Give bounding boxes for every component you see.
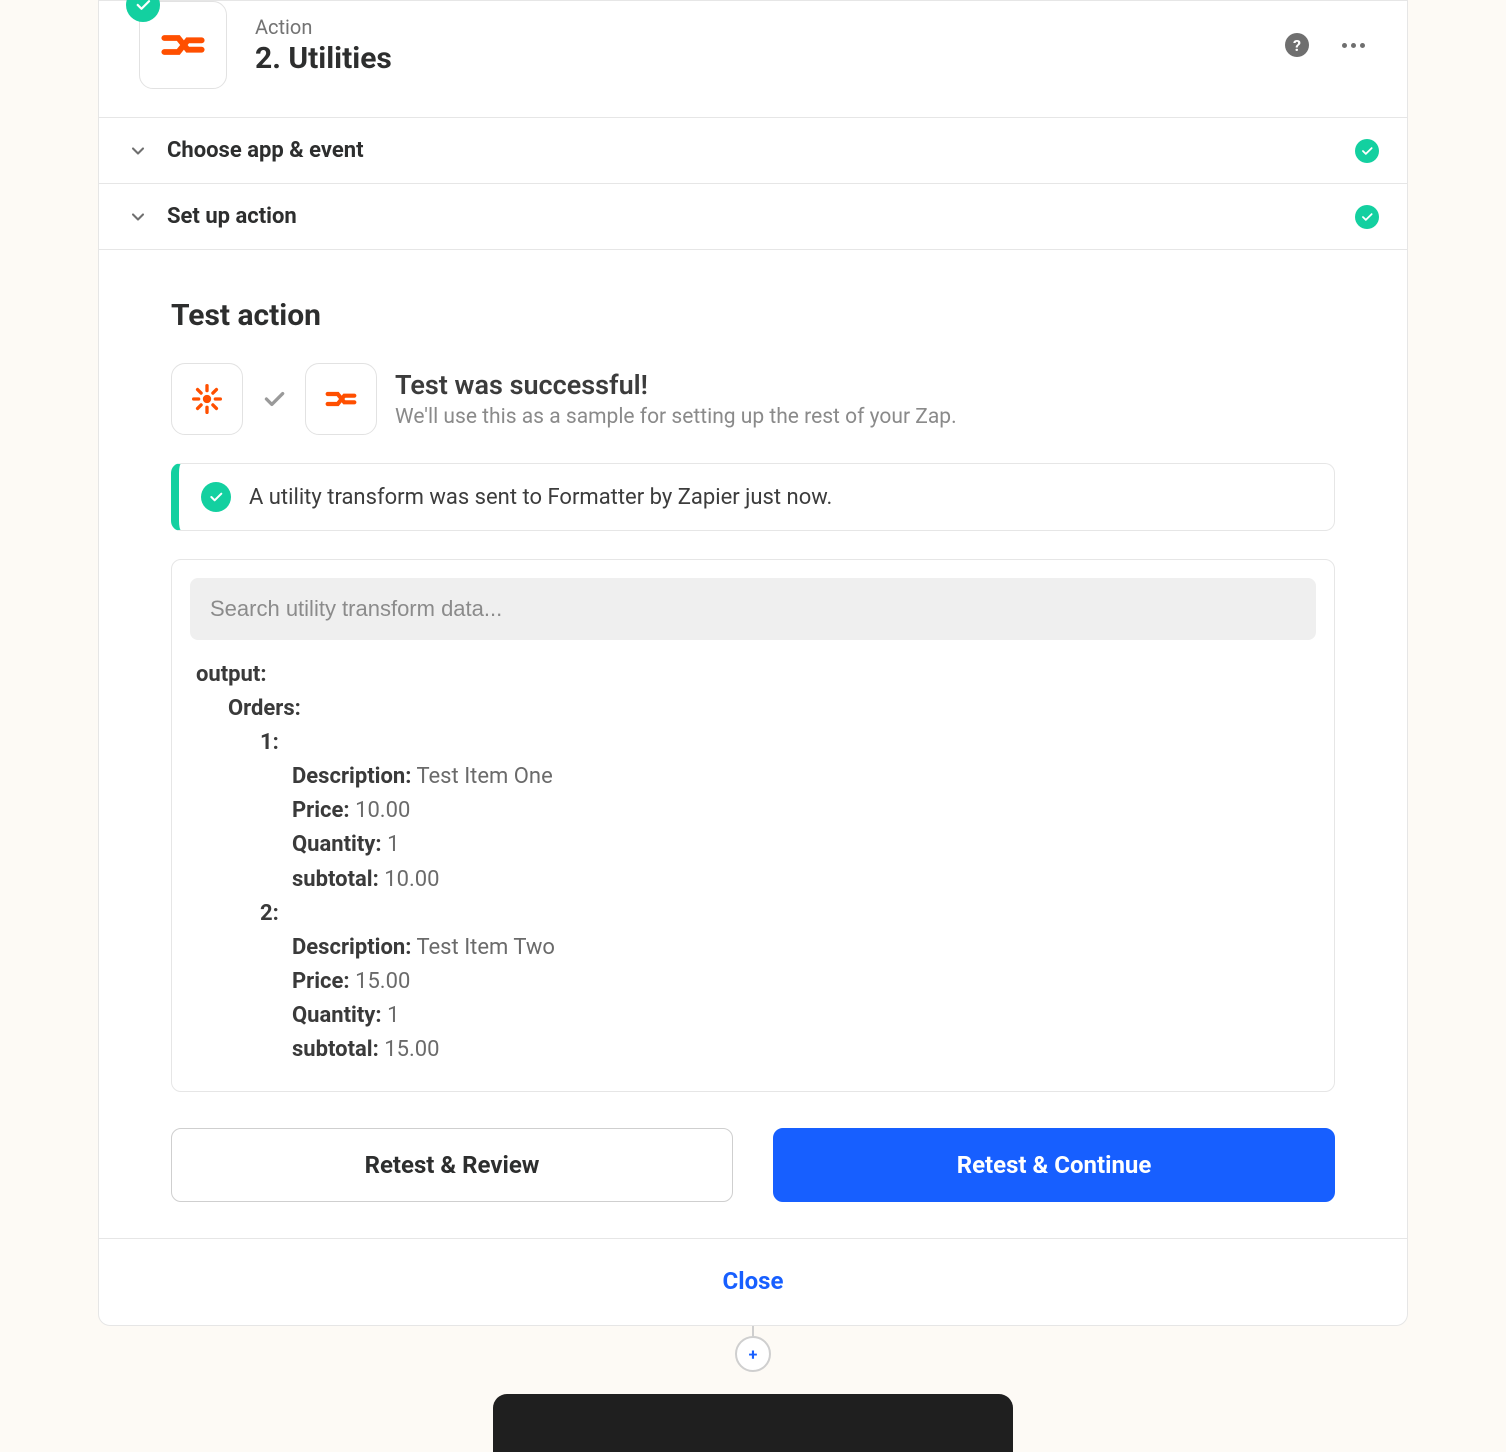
action-panel: Action 2. Utilities ? Choose app & event…	[98, 0, 1408, 1326]
chevron-down-icon	[127, 206, 149, 228]
tree-key: 1:	[260, 730, 279, 755]
chevron-down-icon	[127, 140, 149, 162]
formatter-icon	[155, 17, 211, 73]
section-complete-icon	[1355, 139, 1379, 163]
tree-key: Price:	[292, 969, 350, 994]
check-icon	[134, 0, 152, 14]
test-result-row: Test was successful! We'll use this as a…	[171, 363, 1335, 435]
close-button[interactable]: Close	[723, 1267, 784, 1295]
section-set-up-action[interactable]: Set up action	[99, 183, 1407, 249]
tree-key: subtotal:	[292, 867, 379, 892]
more-menu-icon[interactable]	[1339, 31, 1367, 59]
bottom-toolbar[interactable]	[493, 1394, 1013, 1452]
formatter-icon	[305, 363, 377, 435]
tree-key: Quantity:	[292, 832, 382, 857]
retest-review-button[interactable]: Retest & Review	[171, 1128, 733, 1202]
output-tree: output: Orders: 1: Description: Test Ite…	[190, 640, 1316, 1067]
tree-key: subtotal:	[292, 1037, 379, 1062]
header-title: 2. Utilities	[255, 41, 1285, 76]
search-input[interactable]	[190, 578, 1316, 640]
tree-value: 15.00	[355, 969, 410, 994]
test-result-text: Test was successful! We'll use this as a…	[395, 369, 957, 429]
tree-value: 10.00	[355, 798, 410, 823]
tree-value: Test Item One	[416, 764, 552, 789]
section-label: Set up action	[167, 204, 1355, 229]
retest-continue-button[interactable]: Retest & Continue	[773, 1128, 1335, 1202]
tree-key: output:	[196, 662, 267, 687]
tree-key: Price:	[292, 798, 350, 823]
panel-footer: Close	[99, 1238, 1407, 1325]
app-icon	[139, 1, 227, 89]
button-row: Retest & Review Retest & Continue	[171, 1128, 1335, 1202]
tree-key: Description:	[292, 764, 411, 789]
banner-text: A utility transform was sent to Formatte…	[249, 485, 832, 510]
section-complete-icon	[1355, 205, 1379, 229]
test-success-subtitle: We'll use this as a sample for setting u…	[395, 405, 957, 429]
tree-key: 2:	[260, 901, 279, 926]
tree-value: 15.00	[384, 1037, 439, 1062]
help-icon[interactable]: ?	[1285, 33, 1309, 57]
panel-header: Action 2. Utilities ?	[99, 1, 1407, 117]
connector-line: +	[752, 1326, 754, 1354]
tree-value: Test Item Two	[416, 935, 555, 960]
header-titles: Action 2. Utilities	[255, 15, 1285, 76]
tree-value: 1	[387, 832, 399, 857]
output-data-card: output: Orders: 1: Description: Test Ite…	[171, 559, 1335, 1092]
header-kicker: Action	[255, 15, 1285, 39]
check-icon	[201, 482, 231, 512]
tree-value: 1	[387, 1003, 399, 1028]
add-step-button[interactable]: +	[735, 1336, 771, 1372]
section-label: Choose app & event	[167, 138, 1355, 163]
tree-key: Quantity:	[292, 1003, 382, 1028]
tree-key: Description:	[292, 935, 411, 960]
header-actions: ?	[1285, 31, 1367, 59]
test-action-section: Test action Test was successful! We'll u…	[99, 249, 1407, 1238]
tree-value: 10.00	[384, 867, 439, 892]
success-banner: A utility transform was sent to Formatte…	[171, 463, 1335, 531]
section-title: Test action	[171, 298, 1335, 333]
check-icon	[261, 386, 287, 412]
test-success-title: Test was successful!	[395, 369, 957, 401]
section-choose-app-event[interactable]: Choose app & event	[99, 117, 1407, 183]
zapier-icon	[171, 363, 243, 435]
tree-key: Orders:	[228, 696, 301, 721]
